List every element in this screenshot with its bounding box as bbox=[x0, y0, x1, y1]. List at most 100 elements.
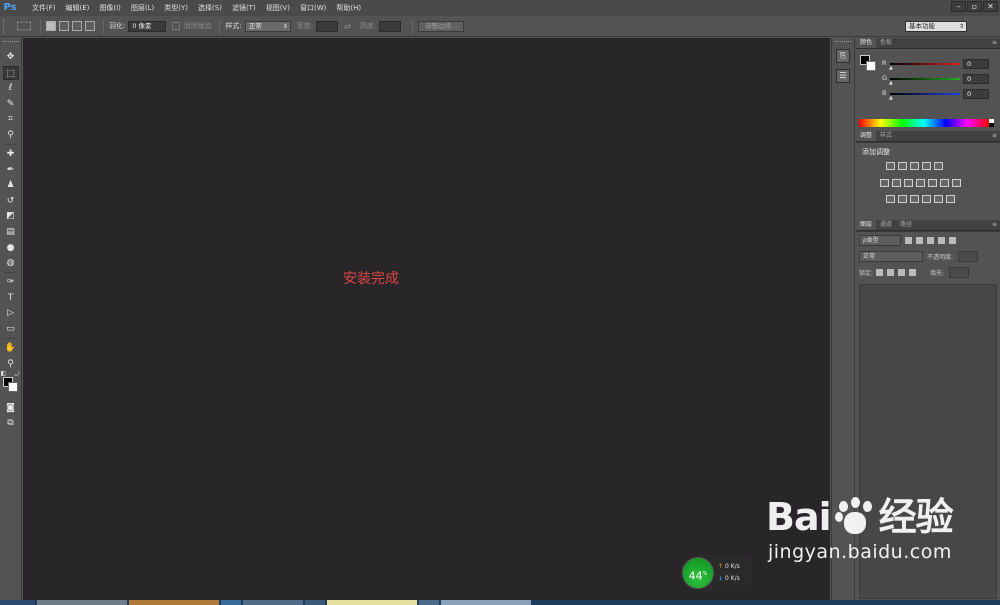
green-slider-thumb[interactable]: ▲ bbox=[889, 80, 893, 86]
brush-tool-icon[interactable]: ✒ bbox=[3, 163, 19, 177]
taskbar-item[interactable] bbox=[243, 600, 303, 605]
red-slider[interactable] bbox=[890, 63, 960, 65]
eraser-tool-icon[interactable]: ◩ bbox=[3, 209, 19, 223]
tab-color[interactable]: 颜色 bbox=[856, 38, 877, 48]
menu-edit[interactable]: 编辑(E) bbox=[61, 0, 95, 16]
panel-menu-icon[interactable]: ≡ bbox=[992, 39, 997, 46]
dodge-tool-icon[interactable]: ◍ bbox=[3, 256, 19, 270]
background-color-swatch[interactable] bbox=[7, 381, 18, 392]
filter-adjustment-icon[interactable] bbox=[916, 237, 923, 244]
panel-menu-icon[interactable]: ≡ bbox=[992, 221, 997, 228]
shadows-highlights-icon[interactable] bbox=[946, 195, 955, 203]
rectangle-tool-icon[interactable]: ▭ bbox=[3, 322, 19, 336]
green-slider[interactable] bbox=[890, 78, 960, 80]
taskbar-item[interactable] bbox=[327, 600, 417, 605]
menu-view[interactable]: 视图(V) bbox=[261, 0, 295, 16]
lock-position-icon[interactable] bbox=[898, 269, 906, 276]
filter-type-icon[interactable] bbox=[927, 237, 934, 244]
menu-type[interactable]: 类型(Y) bbox=[159, 0, 193, 16]
lasso-tool-icon[interactable]: ℓ bbox=[3, 81, 19, 95]
lock-transparency-icon[interactable] bbox=[876, 269, 884, 276]
menu-select[interactable]: 选择(S) bbox=[193, 0, 227, 16]
document-canvas[interactable]: 安装完成 bbox=[23, 38, 830, 600]
taskbar-item[interactable] bbox=[129, 600, 219, 605]
filter-pixel-icon[interactable] bbox=[905, 237, 912, 244]
black-white-swatch[interactable] bbox=[989, 119, 994, 127]
filter-smart-object-icon[interactable] bbox=[949, 237, 956, 244]
tab-swatches[interactable]: 色板 bbox=[876, 38, 896, 48]
curves-icon[interactable] bbox=[910, 162, 919, 170]
menu-help[interactable]: 帮助(H) bbox=[331, 0, 366, 16]
blur-tool-icon[interactable]: ● bbox=[3, 241, 19, 255]
vibrance-icon[interactable] bbox=[934, 162, 943, 170]
color-lookup-icon[interactable] bbox=[940, 179, 949, 187]
clone-stamp-tool-icon[interactable]: ♟ bbox=[3, 178, 19, 192]
blue-slider[interactable] bbox=[890, 93, 960, 95]
restore-button[interactable]: ▫ bbox=[967, 1, 982, 12]
taskbar-item[interactable] bbox=[441, 600, 531, 605]
fill-input[interactable] bbox=[949, 267, 970, 278]
type-tool-icon[interactable]: T bbox=[3, 291, 19, 305]
width-input[interactable] bbox=[316, 20, 339, 32]
default-colors-icon[interactable]: ◧ bbox=[1, 370, 7, 377]
toolbar-grip[interactable] bbox=[2, 41, 19, 45]
green-value-input[interactable]: 0 bbox=[963, 74, 989, 84]
style-select[interactable]: 正常 bbox=[244, 20, 291, 32]
healing-brush-tool-icon[interactable]: ✚ bbox=[3, 147, 19, 161]
color-spectrum[interactable] bbox=[859, 119, 989, 127]
lock-all-icon[interactable] bbox=[909, 269, 917, 276]
memory-usage-ball[interactable]: 44% bbox=[682, 557, 714, 589]
crop-tool-icon[interactable]: ⌗ bbox=[3, 112, 19, 126]
selective-color-icon[interactable] bbox=[922, 195, 931, 203]
options-grip[interactable] bbox=[3, 19, 7, 33]
eyedropper-tool-icon[interactable]: ⚲ bbox=[3, 128, 19, 142]
taskbar-item[interactable] bbox=[305, 600, 325, 605]
hue-saturation-icon[interactable] bbox=[880, 179, 889, 187]
taskbar-item[interactable] bbox=[221, 600, 241, 605]
history-brush-tool-icon[interactable]: ↺ bbox=[3, 194, 19, 208]
gradient-map-adjust-icon[interactable] bbox=[952, 179, 961, 187]
screen-mode-icon[interactable]: ⧉ bbox=[3, 416, 19, 430]
swap-dimensions-icon[interactable]: ⇄ bbox=[344, 22, 351, 31]
black-white-icon[interactable] bbox=[904, 179, 913, 187]
subtract-selection-icon[interactable] bbox=[72, 21, 82, 31]
new-selection-icon[interactable] bbox=[46, 21, 56, 31]
threshold-icon[interactable] bbox=[910, 195, 919, 203]
blend-mode-select[interactable]: 正常 bbox=[859, 251, 923, 262]
red-slider-thumb[interactable]: ▲ bbox=[889, 65, 893, 71]
move-tool-icon[interactable]: ✥ bbox=[3, 50, 19, 64]
layer-filter-select[interactable]: ρ类型 bbox=[859, 235, 901, 246]
panel-menu-icon[interactable]: ≡ bbox=[992, 132, 997, 139]
hand-tool-icon[interactable]: ✋ bbox=[3, 341, 19, 355]
blue-slider-thumb[interactable]: ▲ bbox=[889, 95, 893, 101]
tab-adjustments[interactable]: 调整 bbox=[856, 131, 877, 141]
menu-filter[interactable]: 滤镜(T) bbox=[227, 0, 261, 16]
minimize-button[interactable]: – bbox=[951, 1, 966, 12]
antialias-checkbox[interactable] bbox=[172, 22, 181, 30]
levels-icon[interactable] bbox=[898, 162, 907, 170]
brightness-icon[interactable] bbox=[886, 162, 895, 170]
swap-colors-icon[interactable]: ⤾ bbox=[15, 371, 20, 379]
invert-icon[interactable] bbox=[886, 195, 895, 203]
strip-grip[interactable] bbox=[835, 41, 851, 45]
network-speed-widget[interactable]: 44% ↑ 0 K/s ↓ 0 K/s bbox=[680, 555, 752, 591]
quick-mask-icon[interactable]: ◙ bbox=[3, 401, 19, 415]
menu-layer[interactable]: 图层(L) bbox=[126, 0, 159, 16]
history-panel-icon[interactable]: ⎘ bbox=[836, 49, 850, 63]
menu-image[interactable]: 图像(I) bbox=[94, 0, 126, 16]
opacity-input[interactable] bbox=[958, 251, 979, 262]
posterize-icon[interactable] bbox=[898, 195, 907, 203]
pen-tool-icon[interactable]: ✑ bbox=[3, 275, 19, 289]
menu-file[interactable]: 文件(F) bbox=[27, 0, 61, 16]
marquee-preset-icon[interactable] bbox=[17, 21, 31, 31]
blue-value-input[interactable]: 0 bbox=[963, 89, 989, 99]
taskbar-item[interactable] bbox=[419, 600, 439, 605]
photo-filter-icon[interactable] bbox=[916, 179, 925, 187]
taskbar-start[interactable] bbox=[0, 600, 35, 605]
gradient-map-icon[interactable] bbox=[934, 195, 943, 203]
menu-window[interactable]: 窗口(W) bbox=[295, 0, 331, 16]
close-button[interactable]: ✕ bbox=[983, 1, 998, 12]
tab-styles[interactable]: 样式 bbox=[876, 131, 896, 141]
workspace-select[interactable]: 基本功能 bbox=[905, 21, 967, 32]
properties-panel-icon[interactable]: ☰ bbox=[836, 69, 850, 83]
